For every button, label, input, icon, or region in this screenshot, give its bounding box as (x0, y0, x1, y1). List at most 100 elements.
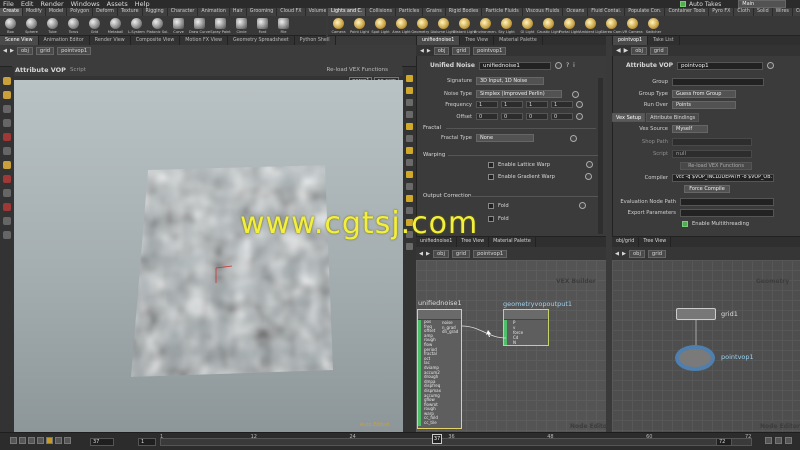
shelf-tab-right-12[interactable]: Cloth (734, 8, 754, 16)
shelf-tab-5[interactable]: Texture (118, 8, 143, 16)
node1-input-port[interactable]: cc_tile (418, 420, 461, 426)
select-tool-icon[interactable] (3, 77, 11, 85)
back-icon[interactable]: ◀ (616, 47, 621, 54)
play-reverse-icon[interactable] (28, 437, 35, 444)
script-field[interactable]: null (672, 150, 752, 158)
lock-icon[interactable] (406, 243, 413, 250)
run-over-select[interactable]: Points (672, 101, 736, 109)
forward-icon[interactable]: ▶ (10, 48, 14, 54)
shelf-tab-2[interactable]: Model (46, 8, 68, 16)
stop-icon[interactable] (37, 437, 44, 444)
shelf-tab-right-0[interactable]: Lights and C. (328, 8, 367, 16)
reload-vex-button[interactable]: Re-load VEX Functions (327, 67, 388, 73)
offset-w[interactable]: 0 (551, 113, 573, 120)
tab-pointvop1[interactable]: pointvop1 (613, 36, 649, 45)
pane-tab-5[interactable]: Geometry Spreadsheet (228, 36, 295, 45)
noise-type-select[interactable]: Simplex (Improved Perlin) (476, 90, 562, 98)
force-compile-button[interactable]: Force Compile (684, 185, 730, 193)
menu-render[interactable]: Render (40, 0, 63, 8)
forward-icon[interactable]: ▶ (426, 251, 430, 257)
vex-source-select[interactable]: Myself (672, 125, 708, 133)
shelf-tab-right-15[interactable]: Crowds (793, 8, 800, 16)
eval-path-field[interactable] (680, 198, 774, 206)
shelf-tool-12[interactable]: Font (252, 16, 273, 35)
shelf-light-tool-5[interactable]: Volume Light (432, 16, 455, 35)
shelf-tab-0[interactable]: Create (0, 8, 23, 16)
pane-tab-0[interactable]: Scene View (0, 36, 39, 45)
rotate-tool-icon[interactable] (3, 105, 11, 113)
shelf-tab-right-11[interactable]: Pyro FX (709, 8, 735, 16)
light-icon[interactable] (406, 195, 413, 202)
noise-node-name-field[interactable]: unifiednoise1 (478, 61, 551, 70)
shelf-light-tool-4[interactable]: Geometry L. (411, 16, 434, 35)
offset-y[interactable]: 0 (501, 113, 523, 120)
shelf-tab-9[interactable]: Hair (230, 8, 247, 16)
offset-x[interactable]: 0 (476, 113, 498, 120)
pose-tool-icon[interactable] (3, 147, 11, 155)
shelf-tab-3[interactable]: Polygon (67, 8, 94, 16)
shelf-tool-10[interactable]: Spray Paint (210, 16, 231, 35)
shelf-tab-right-6[interactable]: Viscous Fluids (523, 8, 564, 16)
noise-pane-scrollbar[interactable] (598, 78, 603, 234)
gear-icon[interactable] (576, 101, 583, 108)
gear-icon[interactable] (570, 134, 577, 142)
path-obj[interactable]: obj (17, 46, 33, 55)
forward-icon[interactable]: ▶ (622, 251, 626, 257)
path-grid[interactable]: grid (649, 46, 668, 55)
frame-field[interactable]: 37 (90, 438, 114, 446)
shelf-light-tool-6[interactable]: Distant Light (453, 16, 476, 35)
reload-vex-functions-button[interactable]: Re-load VEX Functions (680, 162, 752, 170)
magnet-icon[interactable] (3, 189, 11, 197)
shelf-tool-2[interactable]: Tube (42, 16, 63, 35)
shelf-tab-right-1[interactable]: Collisions (366, 8, 397, 16)
menu-help[interactable]: Help (135, 0, 150, 8)
shelf-light-tool-13[interactable]: Stereo Cam. (600, 16, 623, 35)
shelf-tool-6[interactable]: L-System (126, 16, 147, 35)
shelf-tool-8[interactable]: Curve (168, 16, 189, 35)
compiler-field[interactable]: vcc -q $VOP_INCLUDEPATH -o $VOP_OB. (672, 174, 774, 182)
shelf-tab-right-14[interactable]: Wires (773, 8, 793, 16)
output-correction-section[interactable]: Output Correction (423, 193, 471, 199)
shelf-tool-7[interactable]: Platonic Sol. (147, 16, 169, 35)
shelf-tab-11[interactable]: Cloud FX (277, 8, 306, 16)
shelf-light-tool-3[interactable]: Area Light (391, 16, 412, 35)
back-icon[interactable]: ◀ (419, 251, 423, 257)
normals-icon[interactable] (406, 111, 413, 118)
shelf-tool-13[interactable]: File (273, 16, 294, 35)
shelf-tool-4[interactable]: Grid (84, 16, 105, 35)
step-field[interactable]: 1 (138, 438, 156, 446)
shelf-tab-right-10[interactable]: Container Tools (665, 8, 710, 16)
shelf-tab-6[interactable]: Rigging (143, 8, 168, 16)
path-vop[interactable]: pointvop1 (473, 250, 508, 258)
tab-unifiednoise1[interactable]: unifiednoise1 (417, 36, 461, 45)
shelf-tab-right-8[interactable]: Fluid Contai. (588, 8, 626, 16)
pane-tab-4[interactable]: Motion FX View (180, 36, 228, 45)
brush-icon[interactable] (3, 217, 11, 225)
shelf-tool-0[interactable]: Box (0, 16, 21, 35)
grid1-node[interactable] (676, 308, 716, 320)
shelf-light-tool-14[interactable]: VR Camera (622, 16, 643, 35)
play-icon[interactable] (46, 437, 53, 444)
frequency-z[interactable]: 1 (526, 101, 548, 108)
scale-tool-icon[interactable] (3, 119, 11, 127)
settings-icon[interactable] (785, 437, 792, 444)
shelf-tool-9[interactable]: Draw Curve (189, 16, 210, 35)
path-vop[interactable]: pointvop1 (57, 46, 92, 55)
end-frame-field[interactable]: 72 (716, 438, 732, 446)
menu-edit[interactable]: Edit (21, 0, 34, 8)
shelf-light-tool-12[interactable]: Ambient Lig. (579, 16, 602, 35)
shelf-light-tool-7[interactable]: Environmen. (474, 16, 497, 35)
wireframe-icon[interactable] (406, 87, 413, 94)
signature-select[interactable]: 3D Input, 1D Noise (476, 77, 544, 85)
shelf-light-tool-10[interactable]: Caustic Light (537, 16, 560, 35)
help-icon[interactable]: ? (566, 62, 569, 69)
path-grid[interactable]: grid (452, 46, 471, 55)
gear-icon[interactable] (578, 202, 586, 209)
tab-attribute-bindings[interactable]: Attribute Bindings (646, 113, 700, 122)
shelf-tab-right-13[interactable]: Solid (754, 8, 773, 16)
path-vop[interactable]: pointvop1 (473, 46, 507, 55)
shelf-tab-right-2[interactable]: Particles (396, 8, 424, 16)
lattice-warp-checkbox[interactable] (488, 161, 494, 168)
gradient-warp-checkbox[interactable] (488, 173, 494, 180)
fractal-section[interactable]: Fractal (423, 125, 441, 131)
